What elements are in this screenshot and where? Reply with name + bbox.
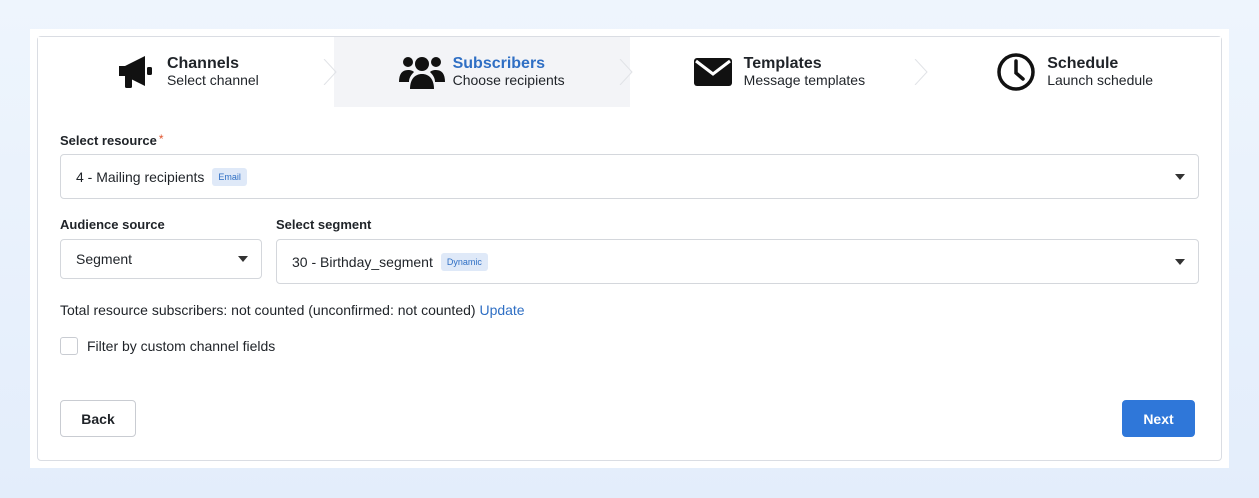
resource-type-badge: Email — [212, 167, 247, 186]
step-subtitle: Message templates — [743, 72, 866, 88]
resource-label: Select resource * — [60, 132, 164, 150]
audience-source-select[interactable]: Segment — [60, 239, 262, 279]
step-title: Subscribers — [452, 55, 546, 72]
resource-label-text: Select resource — [60, 133, 157, 148]
step-title: Channels — [166, 55, 239, 72]
step-schedule[interactable]: Schedule Launch schedule — [925, 37, 1221, 107]
resource-select-value: 4 - Mailing recipients — [76, 168, 205, 185]
step-channels[interactable]: Channels Select channel — [38, 37, 337, 107]
resource-select[interactable]: 4 - Mailing recipients Email — [60, 154, 1199, 199]
next-button[interactable]: Next — [1122, 400, 1195, 437]
segment-select-value: 30 - Birthday_segment — [292, 253, 433, 270]
segment-label: Select segment — [276, 217, 372, 232]
users-icon — [398, 52, 445, 92]
page-frame: Channels Select channel Subscribers Choo… — [30, 29, 1229, 468]
audience-select-value: Segment — [76, 251, 133, 267]
audience-label: Audience source — [60, 217, 165, 232]
megaphone-icon — [113, 52, 159, 92]
required-mark: * — [158, 132, 164, 146]
segment-type-badge: Dynamic — [440, 252, 488, 271]
step-subscribers[interactable]: Subscribers Choose recipients — [333, 37, 633, 107]
chevron-down-icon — [238, 256, 248, 262]
back-button[interactable]: Back — [60, 400, 136, 437]
update-link[interactable]: Update — [479, 302, 524, 318]
step-subtitle: Launch schedule — [1047, 72, 1154, 88]
chevron-down-icon — [1175, 258, 1185, 265]
clock-icon — [993, 52, 1039, 92]
step-templates[interactable]: Templates Message templates — [629, 37, 928, 107]
subscriber-totals-text: Total resource subscribers: not counted … — [60, 302, 476, 318]
envelope-icon — [690, 52, 736, 92]
step-title: Templates — [743, 55, 822, 72]
filter-checkbox[interactable] — [60, 337, 78, 355]
wizard-card: Channels Select channel Subscribers Choo… — [37, 36, 1222, 461]
wizard-stepper: Channels Select channel Subscribers Choo… — [38, 37, 1221, 107]
step-subtitle: Choose recipients — [452, 72, 565, 88]
step-title: Schedule — [1047, 55, 1119, 72]
filter-label: Filter by custom channel fields — [87, 338, 276, 354]
chevron-down-icon — [1175, 173, 1185, 180]
segment-select[interactable]: 30 - Birthday_segment Dynamic — [276, 239, 1199, 284]
step-subtitle: Select channel — [166, 72, 259, 88]
subscriber-totals: Total resource subscribers: not counted … — [60, 302, 525, 318]
